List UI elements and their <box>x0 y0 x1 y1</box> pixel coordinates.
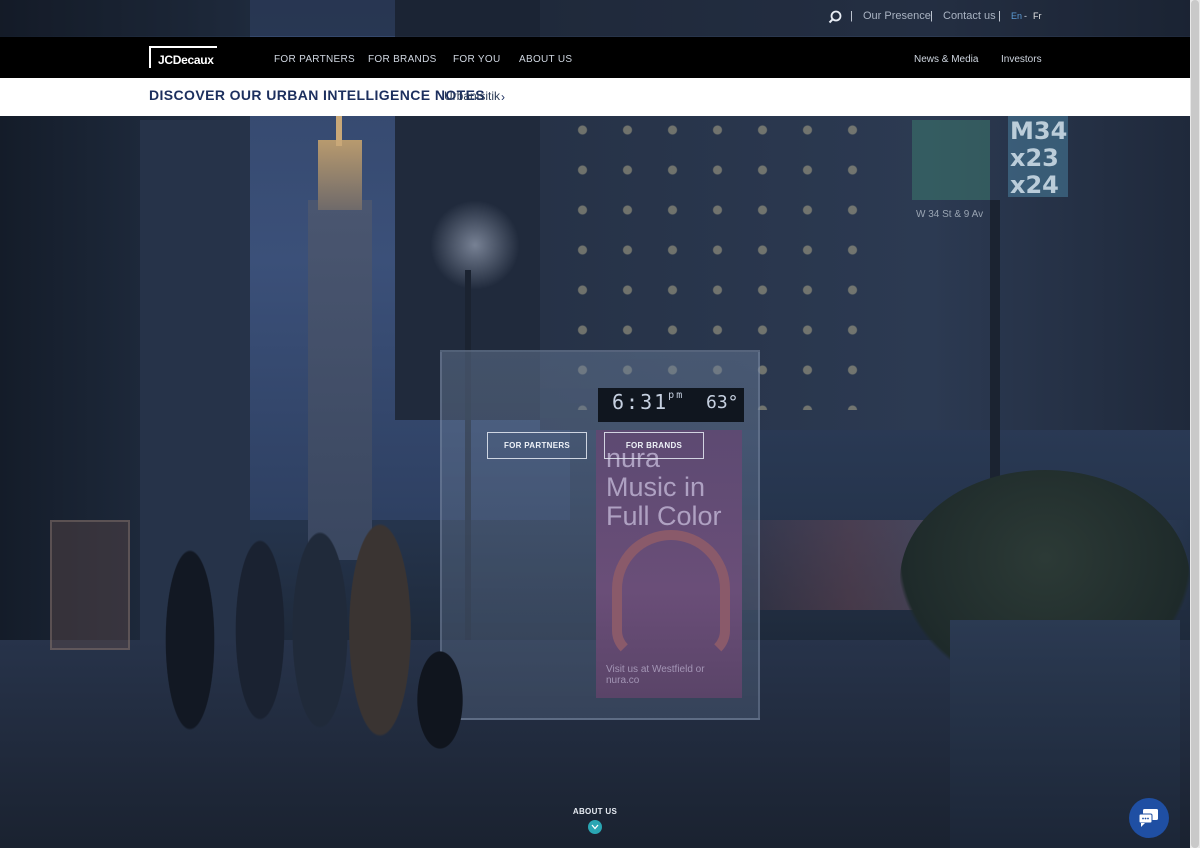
for-partners-button[interactable]: FOR PARTNERS <box>487 432 587 459</box>
separator: | <box>930 10 933 22</box>
promo-banner: DISCOVER OUR URBAN INTELLIGENCE NOTES Ur… <box>0 78 1190 116</box>
headphones-image <box>612 530 730 660</box>
urbanisitik-link[interactable]: Urbanisitik <box>444 89 500 103</box>
language-separator: - <box>1024 11 1027 21</box>
utility-bar: | Our Presence | Contact us | En - Fr <box>0 0 1190 36</box>
scrollbar-thumb[interactable] <box>1191 0 1199 848</box>
nav-for-partners[interactable]: FOR PARTNERS <box>274 54 355 65</box>
nav-investors[interactable]: Investors <box>1001 54 1042 65</box>
hero-background: 6:31pm 63° nura Music in Full Color Visi… <box>0 0 1190 848</box>
for-brands-button[interactable]: FOR BRANDS <box>604 432 704 459</box>
shelter-clock: 6:31pm <box>612 390 685 414</box>
bus-route-sign: M34 x23 x24 <box>1010 117 1068 199</box>
street-sign: W 34 St & 9 Av <box>916 209 984 220</box>
jcdecaux-logo[interactable]: JCDecaux <box>149 46 217 68</box>
page-scrollbar[interactable] <box>1190 0 1200 848</box>
chat-button[interactable] <box>1129 798 1169 838</box>
logo-text: JCDecaux <box>158 53 214 67</box>
poster-footer: Visit us at Westfield or nura.co <box>606 664 705 686</box>
about-us-scroll-label[interactable]: ABOUT US <box>560 807 630 816</box>
language-fr[interactable]: Fr <box>1033 11 1042 21</box>
pedestrians <box>150 500 470 760</box>
nav-news-media[interactable]: News & Media <box>914 54 978 65</box>
chevron-down-icon <box>591 824 599 830</box>
language-en[interactable]: En <box>1011 11 1022 21</box>
separator: | <box>850 10 853 22</box>
shelter-temperature: 63° <box>706 392 739 413</box>
chevron-right-icon[interactable]: › <box>501 90 505 104</box>
nav-for-you[interactable]: FOR YOU <box>453 54 500 65</box>
promo-title: DISCOVER OUR URBAN INTELLIGENCE NOTES <box>149 87 486 103</box>
nav-for-brands[interactable]: FOR BRANDS <box>368 54 437 65</box>
chat-icon <box>1138 809 1158 827</box>
contact-us-link[interactable]: Contact us <box>943 10 996 22</box>
search-icon[interactable] <box>828 10 842 24</box>
our-presence-link[interactable]: Our Presence <box>863 10 931 22</box>
separator: | <box>998 10 1001 22</box>
main-navbar: JCDecaux FOR PARTNERS FOR BRANDS FOR YOU… <box>0 37 1190 78</box>
scroll-down-button[interactable] <box>588 820 602 834</box>
nav-about-us[interactable]: ABOUT US <box>519 54 572 65</box>
